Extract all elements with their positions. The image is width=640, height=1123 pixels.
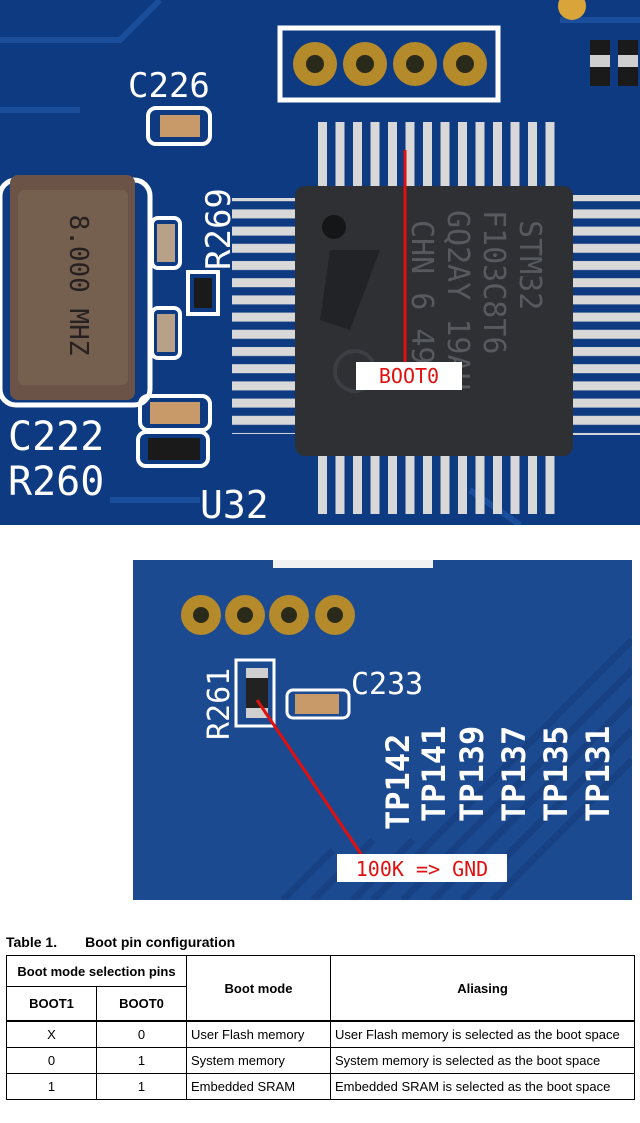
silk-tp135: TP135 (537, 726, 575, 822)
header-boot-mode: Boot mode (186, 955, 331, 1022)
table-row: 0 1 System memory System memory is selec… (6, 1047, 635, 1074)
table-header-row: Boot mode selection pins Boot mode Alias… (6, 955, 635, 1022)
silk-c233: C233 (351, 667, 423, 702)
silk-u32: U32 (200, 483, 269, 525)
boot0-callout: BOOT0 (379, 364, 439, 388)
chip-pins-left (232, 198, 302, 434)
table-title: Boot pin configuration (85, 934, 236, 950)
cell-aliasing: User Flash memory is selected as the boo… (330, 1020, 635, 1048)
cell-boot1: 0 (6, 1047, 97, 1074)
board-photo-stm32: 8.000 MHZ C226 R269 C222 R260 U32 STM32 … (0, 0, 640, 525)
board-photo-1-svg: 8.000 MHZ C226 R269 C222 R260 U32 STM32 … (0, 0, 640, 525)
header-aliasing: Aliasing (330, 955, 635, 1022)
svg-text:STM32: STM32 (512, 220, 547, 310)
silk-r261: R261 (202, 668, 237, 740)
cell-boot-mode: User Flash memory (186, 1020, 331, 1048)
svg-text:F103C8T6: F103C8T6 (476, 210, 511, 355)
silk-tp139: TP139 (453, 726, 491, 822)
chip-pin1-dot (322, 215, 346, 239)
cell-boot0: 1 (96, 1073, 187, 1100)
board-photo-r261: R261 C233 TP142 TP141 TP139 TP137 TP135 … (133, 560, 632, 900)
chip-pins-bottom (312, 452, 562, 514)
table-row: X 0 User Flash memory User Flash memory … (6, 1020, 635, 1048)
crystal-label: 8.000 MHZ (63, 215, 93, 356)
silk-r260: R260 (8, 459, 104, 505)
table-row: 1 1 Embedded SRAM Embedded SRAM is selec… (6, 1073, 635, 1100)
silk-tp131: TP131 (579, 726, 617, 822)
silk-tp142: TP142 (379, 734, 417, 830)
header-boot-selection: Boot mode selection pins (6, 955, 187, 987)
pulldown-callout: 100K => GND (356, 857, 488, 881)
silk-tp141: TP141 (415, 726, 453, 822)
c233-capacitor (295, 694, 339, 714)
table-caption: Table 1. Boot pin configuration (6, 934, 235, 950)
cell-boot-mode: Embedded SRAM (186, 1073, 331, 1100)
svg-text:CHN 6 49: CHN 6 49 (404, 220, 439, 365)
header-boot0: BOOT0 (96, 986, 187, 1022)
cell-boot0: 1 (96, 1047, 187, 1074)
testpoint-labels: TP142 TP141 TP139 TP137 TP135 TP131 (379, 726, 617, 830)
cell-boot1: X (6, 1020, 97, 1048)
cell-boot1: 1 (6, 1073, 97, 1100)
table-number: Table 1. (6, 934, 58, 950)
cell-boot-mode: System memory (186, 1047, 331, 1074)
board-photo-2-svg: R261 C233 TP142 TP141 TP139 TP137 TP135 … (133, 560, 632, 900)
silk-tp137: TP137 (495, 726, 533, 822)
cell-aliasing: System memory is selected as the boot sp… (330, 1047, 635, 1074)
chip-pins-top (312, 122, 562, 194)
boot-pin-table: Boot mode selection pins Boot mode Alias… (6, 955, 635, 1100)
silk-c222: C222 (8, 414, 104, 460)
cell-aliasing: Embedded SRAM is selected as the boot sp… (330, 1073, 635, 1100)
header-boot1: BOOT1 (6, 986, 97, 1022)
silk-c226: C226 (128, 66, 210, 106)
cell-boot0: 0 (96, 1020, 187, 1048)
